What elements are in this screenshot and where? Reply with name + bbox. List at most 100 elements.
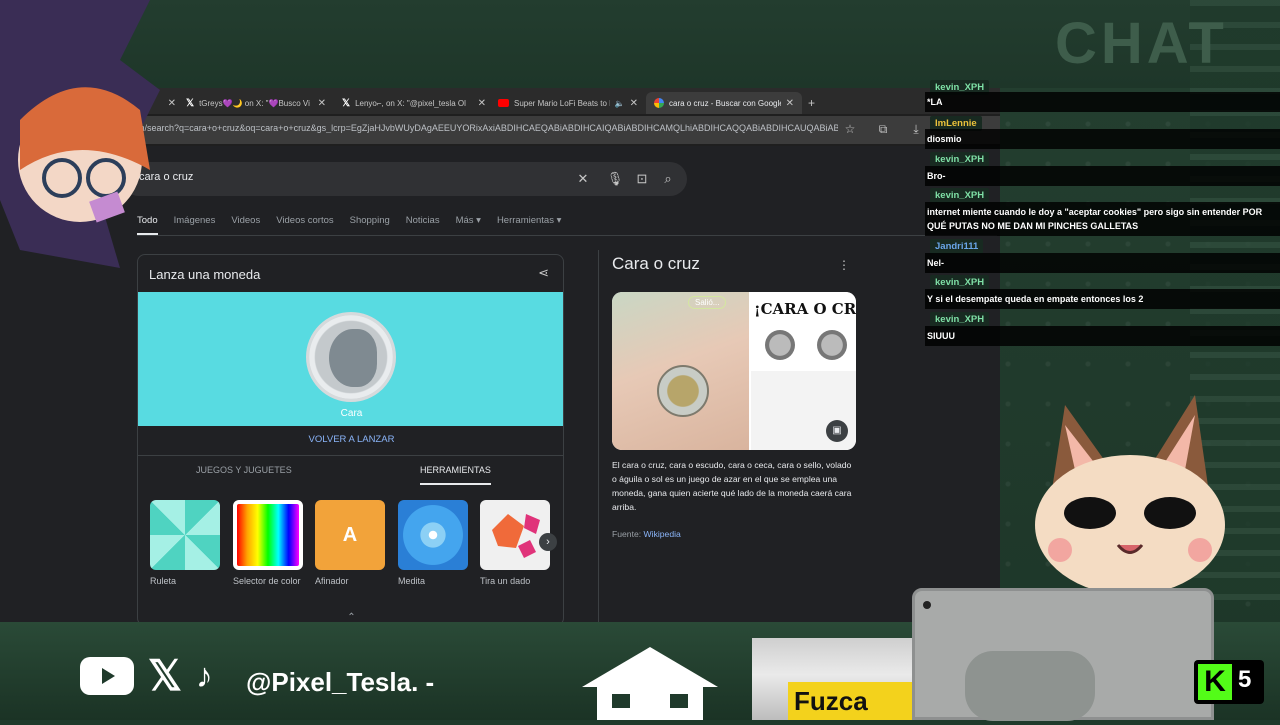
cara-cruz-image[interactable]: ¡CARA O CRUZ (751, 292, 856, 369)
download-icon[interactable]: ⤓ (908, 121, 924, 137)
speaker-icon[interactable]: 🔈 (615, 99, 625, 108)
social-links: 𝕏 ♪ (80, 652, 213, 699)
coin-photo (657, 365, 709, 417)
tab-title: Lenyo⌐, on X: "@pixel_tesla Ol (355, 98, 466, 108)
gallery-icon[interactable]: ▣ (826, 420, 848, 442)
coin-stage[interactable]: Cara (138, 292, 563, 426)
tab-title: tGreys💜🌙 on X: "💜Busco Vi (199, 98, 310, 108)
more-options-icon[interactable]: ⋮ (838, 258, 850, 272)
url-text[interactable]: e.com/search?q=cara+o+cruz&oq=cara+o+cru… (120, 123, 838, 133)
wikipedia-link[interactable]: Wikipedia (644, 529, 681, 539)
chat-username: kevin_XPH (930, 152, 990, 167)
tool-ruleta[interactable]: Ruleta (150, 500, 222, 586)
card-subtabs: JUEGOS Y JUGUETES HERRAMIENTAS (138, 465, 563, 487)
tool-tuner[interactable]: A Afinador (315, 500, 387, 586)
chat-text: internet miente cuando le doy a "aceptar… (925, 202, 1280, 236)
tab-videos-cortos[interactable]: Videos cortos (276, 215, 333, 235)
chat-text: SIUUU (925, 326, 1280, 346)
chat-text: Nel- (925, 253, 1280, 273)
google-icon (654, 98, 664, 108)
new-tab-button[interactable]: + (808, 92, 822, 114)
tab-videos[interactable]: Videos (231, 215, 260, 235)
chat-text: diosmio (925, 129, 1280, 149)
dice-icon (480, 500, 550, 570)
laptop-pad (965, 651, 1095, 721)
close-icon[interactable]: ✕ (318, 98, 326, 109)
search-tabs: Todo Imágenes Videos Videos cortos Shopp… (137, 215, 561, 235)
kick-icon: K (1198, 664, 1232, 700)
tool-label: Afinador (315, 576, 349, 586)
x-icon: 𝕏 (186, 97, 195, 109)
microphone-icon[interactable]: 🎙 (606, 170, 624, 188)
tool-label: Selector de color (233, 576, 301, 586)
knowledge-source: Fuente: Wikipedia (612, 529, 681, 539)
youtube-icon (80, 657, 134, 695)
close-icon[interactable]: ✕ (168, 98, 176, 109)
color-picker-icon (233, 500, 303, 570)
knowledge-panel-title: Cara o cruz (612, 254, 700, 273)
knowledge-description: El cara o cruz, cara o escudo, cara o ce… (612, 460, 852, 512)
kick-badge: K 5 (1194, 660, 1264, 704)
close-icon[interactable]: ✕ (478, 98, 486, 109)
share-icon[interactable]: ⋖ (538, 265, 549, 281)
star-icon[interactable]: ☆ (842, 121, 858, 137)
cat-avatar (1015, 385, 1245, 600)
browser-tab[interactable]: Super Mario LoFi Beats to F 🔈 ✕ (498, 92, 638, 114)
search-icon[interactable]: ⌕ (659, 170, 677, 188)
subtab-tools[interactable]: HERRAMIENTAS (420, 465, 491, 485)
clear-icon[interactable]: ✕ (574, 170, 592, 188)
brand-logo: Fuzca (788, 682, 916, 720)
tool-meditate[interactable]: Medita (398, 500, 470, 586)
thumb-flip-image[interactable]: ▣ (751, 371, 856, 450)
tab-noticias[interactable]: Noticias (406, 215, 440, 235)
browser-tab[interactable]: 𝕏 tGreys💜🌙 on X: "💜Busco Vi ✕ (186, 92, 326, 114)
tab-mas[interactable]: Más ▾ (456, 215, 481, 235)
coin-face-icon (329, 329, 377, 387)
streamer-avatar-topleft (0, 0, 165, 270)
coin-card-title: Lanza una moneda (149, 267, 261, 282)
tab-herramientas[interactable]: Herramientas ▾ (497, 215, 561, 235)
close-icon[interactable]: ✕ (630, 98, 638, 109)
browser-tab[interactable]: 𝕏 Lenyo⌐, on X: "@pixel_tesla Ol ✕ (342, 92, 486, 114)
tab-imagenes[interactable]: Imágenes (174, 215, 216, 235)
subtab-games[interactable]: JUEGOS Y JUGUETES (196, 465, 292, 475)
kick-count: 5 (1238, 666, 1252, 693)
card-divider (138, 455, 563, 456)
tab-title: cara o cruz - Buscar con Google (669, 98, 781, 108)
streamer-handle: @Pixel_Tesla. - (246, 667, 435, 697)
tool-color-picker[interactable]: Selector de color (233, 500, 305, 586)
image-text: ¡CARA O CRUZ (754, 300, 856, 318)
chip-bag: Fuzca (752, 638, 916, 720)
tab-shopping[interactable]: Shopping (350, 215, 390, 235)
relaunch-button[interactable]: VOLVER A LANZAR (138, 434, 563, 445)
tool-label: Ruleta (150, 576, 177, 586)
hand-coin-image[interactable]: Salió... (612, 292, 749, 450)
extensions-icon[interactable]: ⧉ (875, 121, 891, 137)
search-box[interactable]: cara o cruz ✕ 🎙 ⊡ ⌕ (122, 162, 687, 196)
chevron-right-icon[interactable]: › (539, 533, 557, 551)
coin-flip-card: Lanza una moneda ⋖ Cara VOLVER A LANZAR … (137, 254, 564, 623)
tools-carousel: Ruleta Selector de color A Afinador Medi… (150, 500, 560, 590)
close-icon[interactable]: ✕ (786, 98, 794, 109)
tiktok-icon: ♪ (195, 657, 213, 695)
chat-title: CHAT (1055, 11, 1228, 76)
tool-label: Tira un dado (480, 576, 531, 586)
coin[interactable] (306, 312, 396, 402)
coin-result: Cara (340, 408, 363, 419)
laptop (912, 588, 1214, 721)
chat-username: kevin_XPH (930, 188, 990, 203)
tool-label: Medita (398, 576, 426, 586)
chat-text: Bro- (925, 166, 1280, 186)
wheel-icon (150, 500, 220, 570)
x-icon: 𝕏 (148, 652, 182, 699)
camera-icon (923, 601, 931, 609)
tuner-icon: A (315, 500, 385, 570)
x-icon: 𝕏 (342, 97, 351, 109)
coin-icon (817, 330, 847, 360)
browser-tab-active[interactable]: cara o cruz - Buscar con Google ✕ (646, 92, 802, 114)
image-caption: Salió... (688, 296, 727, 309)
lens-icon[interactable]: ⊡ (633, 170, 651, 188)
knowledge-images[interactable]: Salió... ¡CARA O CRUZ ▣ (612, 292, 856, 450)
source-label: Fuente: (612, 529, 642, 539)
tabs-divider (137, 235, 997, 236)
